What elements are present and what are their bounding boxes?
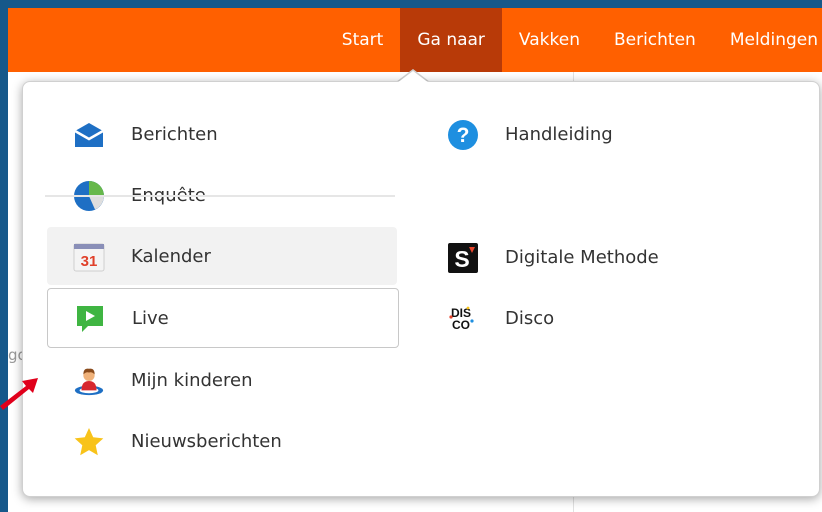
menu-item-label: Disco <box>505 307 555 329</box>
star-icon <box>73 426 105 458</box>
menu-item-live[interactable]: Live <box>47 288 399 348</box>
menu-item-nieuwsberichten[interactable]: Nieuwsberichten <box>47 412 397 470</box>
menu-item-label: Berichten <box>131 123 218 145</box>
nav-meldingen[interactable]: Meldingen <box>713 8 822 72</box>
disco-logo-bottom: CO <box>452 318 470 332</box>
menu-item-label: Live <box>132 307 169 329</box>
s-logo-glyph: S <box>454 246 469 272</box>
disco-logo-icon: DIS CO <box>447 303 479 335</box>
calendar-day: 31 <box>81 253 98 270</box>
person-icon <box>73 365 105 397</box>
top-navbar: Start Ga naar Vakken Berichten Meldingen <box>8 8 822 72</box>
menu-item-mijn-kinderen[interactable]: Mijn kinderen <box>47 351 397 409</box>
ga-naar-dropdown: Berichten Enquête 31 Kalender Live Mijn … <box>22 81 820 497</box>
menu-item-label: Digitale Methode <box>505 246 659 268</box>
menu-item-label: Kalender <box>131 245 211 267</box>
menu-item-kalender[interactable]: 31 Kalender <box>47 227 397 285</box>
nav-berichten[interactable]: Berichten <box>597 8 713 72</box>
menu-item-handleiding[interactable]: ? Handleiding <box>421 105 801 163</box>
nav-vakken[interactable]: Vakken <box>502 8 597 72</box>
annotation-arrow-icon <box>0 378 38 410</box>
help-glyph: ? <box>457 124 470 147</box>
menu-separator <box>45 195 395 197</box>
menu-item-disco[interactable]: DIS CO Disco <box>421 289 801 347</box>
s-logo-icon: S <box>447 242 479 274</box>
calendar-icon: 31 <box>73 241 105 273</box>
chat-play-icon <box>74 303 106 335</box>
menu-item-berichten[interactable]: Berichten <box>47 105 397 163</box>
nav-ga-naar[interactable]: Ga naar <box>400 8 502 72</box>
menu-item-label: Nieuwsberichten <box>131 430 282 452</box>
dropdown-caret-fill <box>397 71 429 83</box>
menu-item-label: Mijn kinderen <box>131 369 253 391</box>
envelope-icon <box>73 119 105 151</box>
menu-item-label: Handleiding <box>505 123 613 145</box>
nav-start[interactable]: Start <box>325 8 401 72</box>
menu-item-digitale-methode[interactable]: S Digitale Methode <box>421 228 801 286</box>
help-icon: ? <box>447 119 479 151</box>
